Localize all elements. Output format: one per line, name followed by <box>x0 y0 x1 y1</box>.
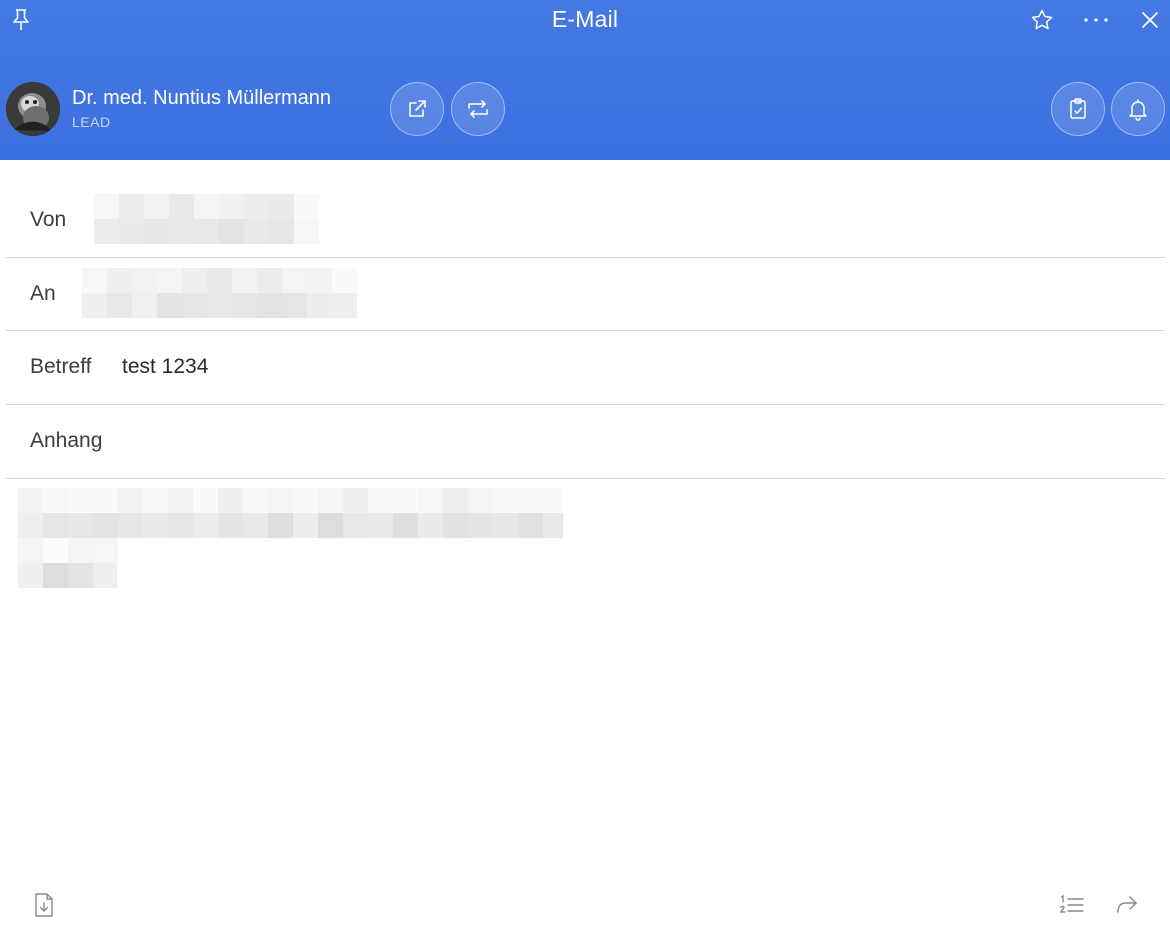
bell-icon <box>1129 99 1147 121</box>
star-icon[interactable] <box>1027 6 1057 34</box>
email-body-redacted[interactable] <box>18 488 563 588</box>
to-value-redacted[interactable] <box>82 268 357 318</box>
sync-icon <box>468 100 488 118</box>
file-download-icon[interactable] <box>30 890 58 920</box>
clipboard-check-icon <box>1070 98 1086 119</box>
external-link-icon <box>409 100 426 117</box>
contact-name[interactable]: Dr. med. Nuntius Müllermann <box>72 87 331 110</box>
attachment-label: Anhang <box>30 429 103 452</box>
attachment-row: Anhang <box>6 405 1165 479</box>
from-label: Von <box>30 208 67 231</box>
create-task-button[interactable] <box>1051 82 1105 136</box>
email-header: E-Mail Dr. med. Nuntius Müllermann LEAD <box>0 0 1170 160</box>
more-icon[interactable] <box>1080 6 1112 34</box>
to-label: An <box>30 282 56 305</box>
reminder-button[interactable] <box>1111 82 1165 136</box>
open-external-button[interactable] <box>390 82 444 136</box>
close-icon[interactable] <box>1135 6 1165 34</box>
subject-value[interactable]: test 1234 <box>122 355 208 379</box>
to-row: An <box>6 258 1165 331</box>
subject-row: Betreff test 1234 <box>6 331 1165 405</box>
subject-label: Betreff <box>30 355 92 378</box>
from-row: Von <box>6 184 1165 258</box>
sync-button[interactable] <box>451 82 505 136</box>
numbered-list-icon[interactable] <box>1056 890 1088 920</box>
contact-role: LEAD <box>72 114 111 130</box>
avatar[interactable] <box>6 82 60 136</box>
reply-icon[interactable] <box>1111 890 1143 920</box>
window-title: E-Mail <box>551 6 619 32</box>
from-value-redacted[interactable] <box>94 194 319 244</box>
